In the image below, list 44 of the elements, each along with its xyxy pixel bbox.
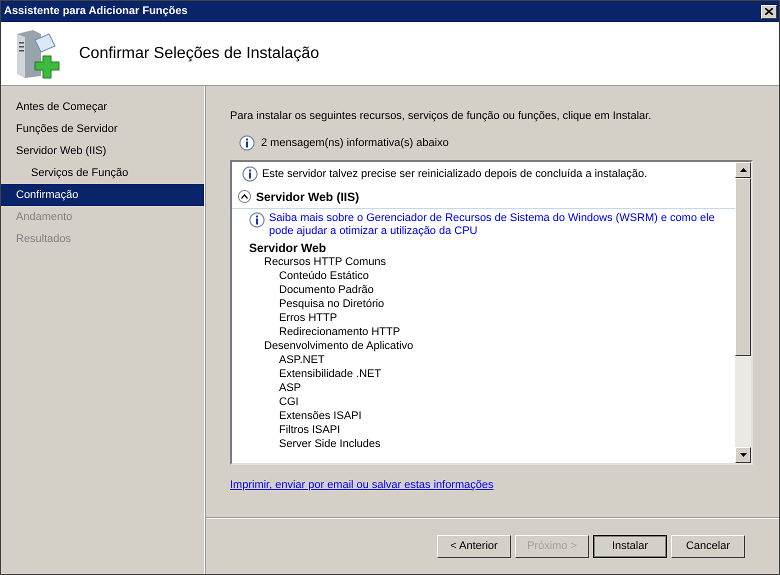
sidebar-item[interactable]: Antes de Começar bbox=[1, 96, 204, 118]
tree-item: Servidor Web bbox=[248, 240, 326, 254]
scroll-thumb[interactable] bbox=[735, 178, 751, 356]
tree-item: Documento Padrão bbox=[278, 282, 374, 296]
info-count: 2 mensagem(ns) informativa(s) abaixo bbox=[261, 136, 449, 150]
tree-item: Desenvolvimento de Aplicativo bbox=[263, 338, 414, 352]
chevron-icon bbox=[241, 194, 248, 199]
tree-item: Erros HTTP bbox=[278, 310, 338, 324]
sidebar-item[interactable]: Serviços de Função bbox=[1, 162, 204, 184]
wizard-button[interactable]: Cancelar bbox=[671, 534, 745, 558]
wizard-button[interactable]: < Anterior bbox=[437, 534, 511, 558]
print-link[interactable]: Imprimir, enviar por email ou salvar estas informações bbox=[230, 477, 494, 494]
tree-item: Extensibilidade .NET bbox=[278, 366, 382, 380]
sidebar-item[interactable]: Confirmação bbox=[1, 184, 204, 206]
tree-item: Conteúdo Estático bbox=[278, 268, 369, 282]
scrollbar[interactable] bbox=[735, 162, 751, 463]
close-icon bbox=[765, 8, 773, 15]
sidebar-item[interactable]: Servidor Web (IIS) bbox=[1, 140, 204, 162]
info-icon bbox=[239, 134, 255, 151]
up-arrow-icon bbox=[740, 168, 746, 172]
notice-text: Este servidor talvez precise ser reinicializado depois de concluída a instalação. bbox=[262, 167, 648, 182]
info-icon bbox=[242, 166, 258, 182]
collapse-toggle[interactable] bbox=[238, 190, 251, 203]
wsrm-link[interactable]: Saiba mais sobre o Gerenciador de Recursos de Sistema do Windows (WSRM) e como ele pode ajudar a otimizar a utilização da CPU bbox=[269, 212, 725, 238]
tree-item: Redirecionamento HTTP bbox=[278, 324, 400, 338]
tree-item: Recursos HTTP Comuns bbox=[263, 254, 386, 268]
section-title: Servidor Web (IIS) bbox=[256, 188, 360, 206]
close-button[interactable] bbox=[761, 4, 777, 18]
tree-item: Extensões ISAPI bbox=[278, 408, 362, 422]
window-title: Assistente para Adicionar Funções bbox=[4, 4, 188, 20]
tree-item: ASP.NET bbox=[278, 352, 325, 366]
page-title: Confirmar Seleções de Instalação bbox=[79, 44, 320, 64]
wizard-button[interactable]: Instalar bbox=[593, 534, 667, 558]
tree-item: ASP bbox=[278, 380, 302, 394]
scroll-down-button[interactable] bbox=[735, 447, 751, 463]
tree-item: Server Side Includes bbox=[278, 436, 380, 450]
info-icon bbox=[249, 212, 265, 228]
down-arrow-icon bbox=[740, 453, 746, 457]
scroll-up-button[interactable] bbox=[735, 162, 751, 178]
sidebar-item[interactable]: Funções de Servidor bbox=[1, 118, 204, 140]
tree-item: CGI bbox=[278, 394, 299, 408]
intro-text: Para instalar os seguintes recursos, serviços de função ou funções, clique em Instalar. bbox=[230, 109, 652, 124]
tree-item: Filtros ISAPI bbox=[278, 422, 340, 436]
tree-item: Pesquisa no Diretório bbox=[278, 296, 384, 310]
